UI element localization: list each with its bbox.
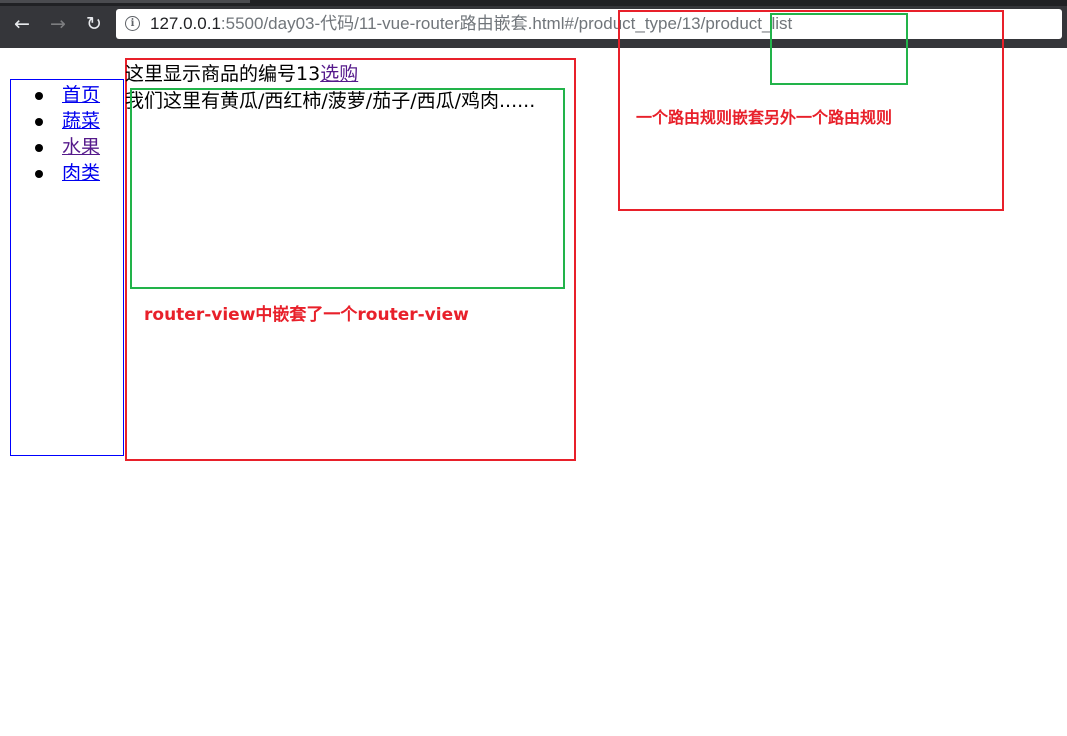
arrow-right-icon[interactable]: → (46, 12, 70, 36)
reload-icon[interactable]: ↻ (82, 12, 106, 36)
arrow-left-icon[interactable]: ← (10, 12, 34, 36)
bullet-icon (35, 144, 43, 152)
router-view-annotation: router-view中嵌套了一个router-view (144, 305, 469, 325)
product-id-text: 这里显示商品的编号13 (125, 63, 321, 85)
nav-link-vegetables[interactable]: 蔬菜 (62, 108, 100, 134)
active-tab[interactable] (0, 0, 250, 3)
buy-link[interactable]: 选购 (320, 63, 358, 85)
bullet-icon (35, 118, 43, 126)
inner-router-view-highlight (130, 88, 565, 289)
url-segment-highlight (770, 13, 908, 85)
url-host: 127.0.0.1 (150, 14, 221, 33)
category-nav: 首页 蔬菜 水果 肉类 (10, 79, 124, 456)
bullet-icon (35, 170, 43, 178)
nav-link-home[interactable]: 首页 (62, 82, 100, 108)
nav-link-meat[interactable]: 肉类 (62, 160, 100, 186)
info-icon[interactable]: i (125, 16, 140, 31)
bullet-icon (35, 92, 43, 100)
nav-link-fruits[interactable]: 水果 (62, 134, 100, 160)
nested-rule-annotation: 一个路由规则嵌套另外一个路由规则 (636, 108, 893, 127)
product-id-line: 这里显示商品的编号13选购 (125, 61, 358, 87)
